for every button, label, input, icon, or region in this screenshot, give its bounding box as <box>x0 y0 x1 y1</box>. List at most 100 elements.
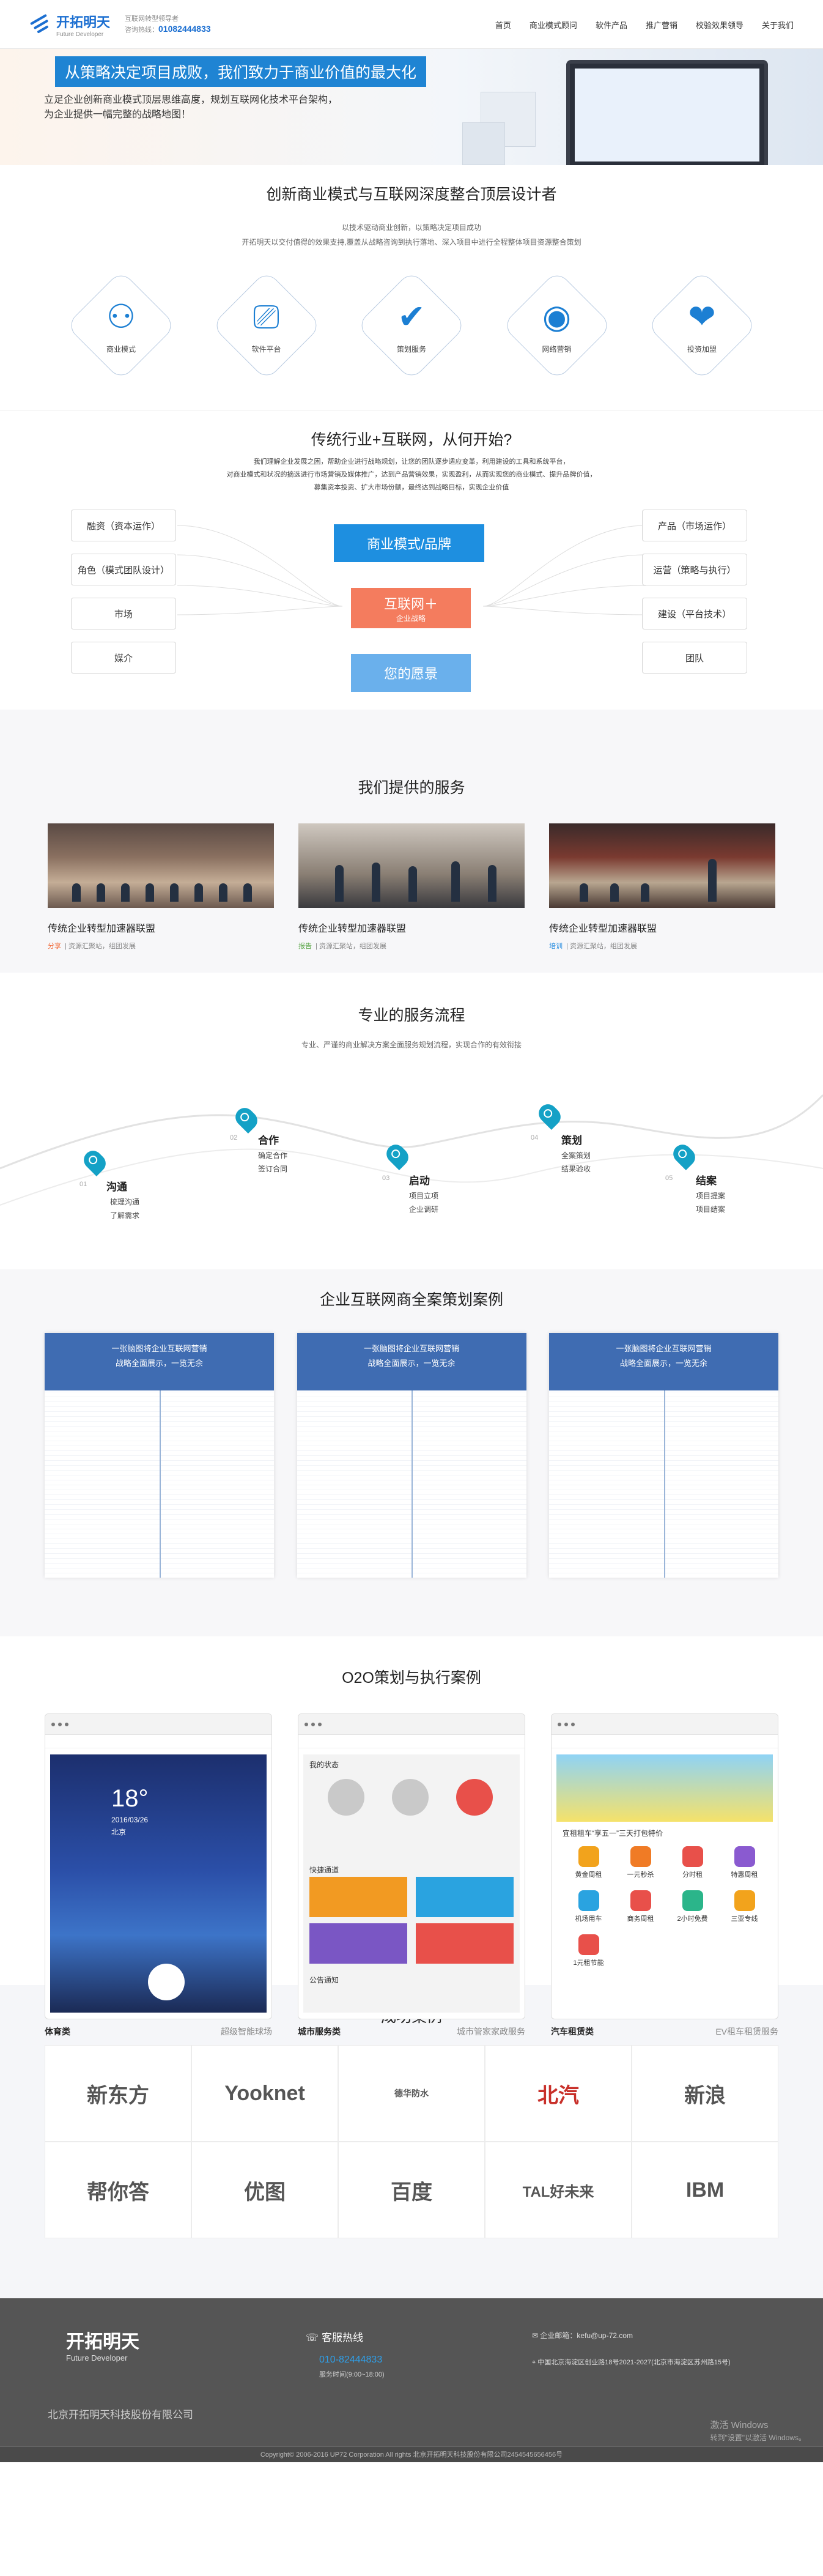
card-head: 战略全面展示，一览无余 <box>115 1359 203 1368</box>
notice-title: 公告通知 <box>309 1976 339 1984</box>
card-title: 传统企业转型加速器联盟 <box>298 924 407 934</box>
o2o-card[interactable]: 我的状态 快捷通道 公告通知 城市服务类 城市管家家政服务 <box>298 1713 525 2038</box>
card-head: 战略全面展示，一览无余 <box>619 1359 707 1368</box>
client-logo[interactable]: IBM <box>632 2142 778 2238</box>
o2o-card[interactable]: 18° 2016/03/26 北京 体育类 超级智能球场 <box>45 1713 272 2038</box>
service-card[interactable]: 传统企业转型加速器联盟 培训 | 资源汇聚站，组团发展 <box>549 823 775 951</box>
mindmap-card[interactable]: 一张脑图将企业互联网营销 战略全面展示，一览无余 <box>45 1333 274 1578</box>
service-label: 软件平台 <box>251 345 281 354</box>
mindmap-image <box>549 1390 778 1578</box>
hotline-label: 咨询热线： <box>125 26 159 34</box>
step-title: 结案 <box>696 1175 717 1187</box>
section-process: 专业的服务流程 专业、严谨的商业解决方案全面服务规划流程，实现合作的有效衔接 0… <box>0 973 823 1269</box>
quick-title: 快捷通道 <box>309 1866 339 1874</box>
rent-item[interactable]: 特惠周租 <box>718 1846 770 1879</box>
rent-item[interactable]: 1元租节能 <box>563 1934 614 1967</box>
o2o-card[interactable]: 宜租租车“享五一”三天打包特价 黄金周租 一元秒杀 分时租 特惠周租 机场用车 … <box>551 1713 778 2038</box>
footer-tel[interactable]: 010-82444833 <box>319 2355 382 2366</box>
case-desc: 超级智能球场 <box>221 2027 272 2036</box>
nav-item-marketing[interactable]: 推广营销 <box>646 19 677 31</box>
section-traditional: 传统行业+互联网，从何开始? 我们理解企业发展之困，帮助企业进行战略规划，让您的… <box>0 410 823 710</box>
nav-item-home[interactable]: 首页 <box>495 19 511 31</box>
client-logo[interactable]: 北汽 <box>485 2045 632 2142</box>
weather-date: 2016/03/26 <box>111 1816 149 1824</box>
footer-brand-en: Future Developer <box>66 2353 128 2363</box>
mindmap-image <box>45 1390 274 1578</box>
header-info: 互联网转型领导者 咨询热线：01082444833 <box>125 14 211 35</box>
client-logo[interactable]: 德华防水 <box>338 2045 485 2142</box>
step-desc: 签订合同 <box>258 1165 288 1173</box>
client-logo[interactable]: Yooknet <box>191 2045 338 2142</box>
main-nav: 首页 商业模式顾问 软件产品 推广营销 校验效果领导 关于我们 <box>495 19 794 31</box>
footer-mail[interactable]: ✉ 企业邮箱：kefu@up-72.com <box>532 2330 633 2340</box>
signal-icon: ◉ <box>542 299 572 335</box>
site-header: 开拓明天 Future Developer 互联网转型领导者 咨询热线：0108… <box>0 0 823 49</box>
node-sub: 企业战略 <box>396 614 426 623</box>
rent-item[interactable]: 商务周租 <box>614 1890 666 1923</box>
nav-item-effect[interactable]: 校验效果领导 <box>696 19 744 31</box>
process-curve <box>0 1094 823 1206</box>
nav-item-about[interactable]: 关于我们 <box>762 19 794 31</box>
step-desc: 结果验收 <box>561 1165 591 1173</box>
client-logo[interactable]: 新东方 <box>45 2045 191 2142</box>
node-market: 市场 <box>71 598 176 629</box>
step-desc: 了解需求 <box>110 1211 140 1220</box>
rent-item[interactable]: 机场用车 <box>563 1890 614 1923</box>
rent-item[interactable]: 三亚专线 <box>718 1890 770 1923</box>
client-logo[interactable]: 帮你答 <box>45 2142 191 2238</box>
service-card[interactable]: 传统企业转型加速器联盟 报告 | 资源汇聚站，组团发展 <box>298 823 525 951</box>
node-media: 媒介 <box>71 642 176 674</box>
section-paragraph: 对商业模式和状况的摘选进行市场营销及媒体推广，达到产品营销效果，实现盈利，从而实… <box>226 471 597 478</box>
client-logo[interactable]: 新浪 <box>632 2045 778 2142</box>
rent-item[interactable]: 黄金周租 <box>563 1846 614 1879</box>
step-desc: 项目结案 <box>696 1205 726 1214</box>
hero-line1: 立足企业创新商业模式顶层思维高度，规划互联网化技术平台架构， <box>44 95 338 105</box>
step-title: 策划 <box>561 1135 582 1146</box>
card-head: 战略全面展示，一览无余 <box>367 1359 456 1368</box>
client-logo[interactable]: 百度 <box>338 2142 485 2238</box>
node-team: 团队 <box>642 642 747 674</box>
section-title: 创新商业模式与互联网深度整合顶层设计者 <box>266 186 557 203</box>
card-head: 一张脑图将企业互联网营销 <box>616 1344 712 1353</box>
step-title: 合作 <box>258 1135 279 1146</box>
service-item-software[interactable]: ⎚ 软件平台 <box>210 270 322 381</box>
footer-company: 北京开拓明天科技股份有限公司 <box>48 2409 193 2421</box>
card-title: 传统企业转型加速器联盟 <box>549 924 657 934</box>
service-item-business-model[interactable]: ⚇ 商业模式 <box>65 270 177 381</box>
footer-hotline: ☏ 客服热线 <box>306 2332 363 2344</box>
section-mindmap-cases: 企业互联网商全案策划案例 一张脑图将企业互联网营销 战略全面展示，一览无余 一张脑… <box>0 1269 823 1636</box>
step-num: 02 <box>230 1134 238 1141</box>
step-num: 04 <box>531 1134 539 1141</box>
windows-watermark: 激活 Windows 转到"设置"以激活 Windows。 <box>710 2420 806 2442</box>
service-label: 策划服务 <box>396 345 426 354</box>
rent-item[interactable]: 2小时免费 <box>666 1890 718 1923</box>
section-title: 我们提供的服务 <box>358 779 465 796</box>
hero-laptop-image <box>566 60 768 165</box>
brand-logo[interactable]: 开拓明天 Future Developer <box>29 12 110 38</box>
mindmap-card[interactable]: 一张脑图将企业互联网营销 战略全面展示，一览无余 <box>549 1333 778 1578</box>
section-title: O2O策划与执行案例 <box>342 1669 481 1687</box>
mindmap-card[interactable]: 一张脑图将企业互联网营销 战略全面展示，一览无余 <box>297 1333 526 1578</box>
service-item-invest[interactable]: ❤ 投资加盟 <box>646 270 758 381</box>
case-name: 汽车租赁类 <box>551 2027 594 2036</box>
nav-item-business[interactable]: 商业模式顾问 <box>530 19 577 31</box>
footer-brand[interactable]: 开拓明天 Future Developer <box>66 2326 139 2363</box>
client-logo[interactable]: TAL好未来 <box>485 2142 632 2238</box>
footer-address: ⌖ 中国北京海淀区创业路18号2021-2027(北京市海淀区苏州路15号) <box>532 2359 731 2366</box>
step-title: 启动 <box>409 1175 430 1187</box>
service-item-planning[interactable]: ✔ 策划服务 <box>356 270 467 381</box>
browser-frame: 宜租租车“享五一”三天打包特价 黄金周租 一元秒杀 分时租 特惠周租 机场用车 … <box>551 1713 778 2019</box>
card-meta: | 资源汇聚站，组团发展 <box>65 943 136 950</box>
service-card[interactable]: 传统企业转型加速器联盟 分享 | 资源汇聚站，组团发展 <box>48 823 274 951</box>
service-item-marketing[interactable]: ◉ 网络营销 <box>501 270 613 381</box>
client-logo[interactable]: 优图 <box>191 2142 338 2238</box>
browser-frame: 我的状态 快捷通道 公告通知 <box>298 1713 525 2019</box>
rent-item[interactable]: 分时租 <box>666 1846 718 1879</box>
step-desc: 梳理沟通 <box>110 1198 140 1206</box>
section-paragraph: 我们理解企业发展之困，帮助企业进行战略规划，让您的团队逐步适应变革，利用建设的工… <box>253 458 570 466</box>
rent-item[interactable]: 一元秒杀 <box>614 1846 666 1879</box>
nav-item-software[interactable]: 软件产品 <box>596 19 627 31</box>
step-desc: 项目立项 <box>409 1192 439 1200</box>
car-app-screen: 宜租租车“享五一”三天打包特价 黄金周租 一元秒杀 分时租 特惠周租 机场用车 … <box>556 1754 773 2013</box>
city-app-screen: 我的状态 快捷通道 公告通知 <box>303 1754 520 2013</box>
